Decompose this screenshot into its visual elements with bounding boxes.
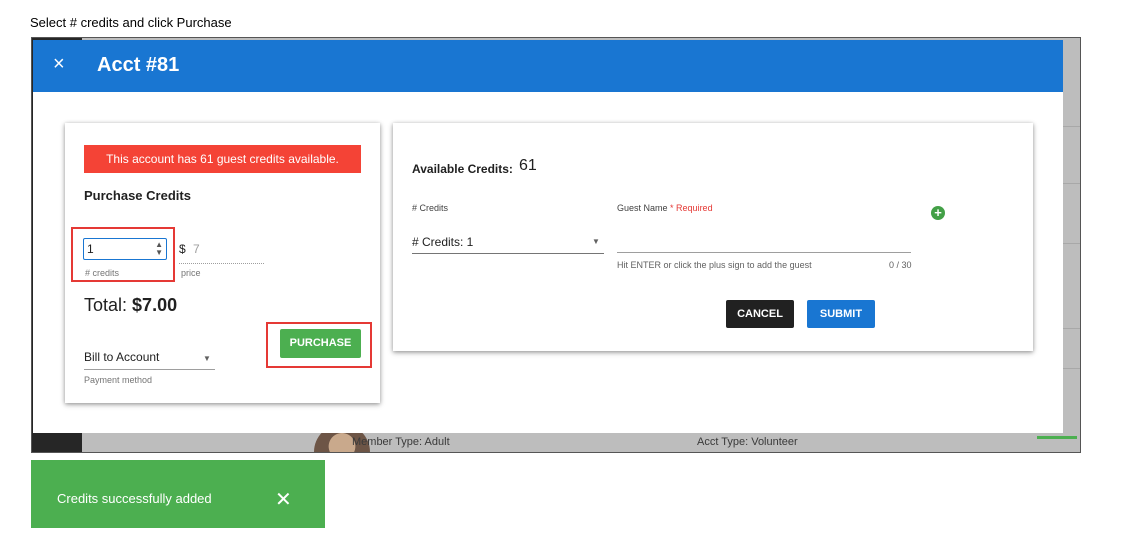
dialog-header: × Acct #81 xyxy=(33,40,1063,92)
add-guest-icon[interactable]: + xyxy=(931,206,945,220)
toast-message: Credits successfully added xyxy=(57,491,212,506)
cancel-button[interactable]: CANCEL xyxy=(726,300,794,328)
dialog-title: Acct #81 xyxy=(97,54,180,76)
instruction-text: Select # credits and click Purchase xyxy=(30,15,232,30)
credits-select-value: # Credits: 1 xyxy=(412,235,474,249)
total-label: Total: xyxy=(84,295,128,315)
price-underline xyxy=(179,263,264,264)
success-toast: Credits successfully added ✕ xyxy=(31,460,325,528)
credits-value: 1 xyxy=(87,242,94,256)
credits-field-label: # Credits xyxy=(412,203,449,213)
available-credits-label: Available Credits: xyxy=(412,162,513,176)
price-value: 7 xyxy=(193,242,200,256)
guest-credits-card: Available Credits: 61 # Credits # Credit… xyxy=(393,123,1033,351)
submit-button[interactable]: SUBMIT xyxy=(807,300,875,328)
background-strip xyxy=(82,433,1080,452)
guest-name-label: Guest Name * Required xyxy=(617,203,713,213)
purchase-button[interactable]: PURCHASE xyxy=(280,329,361,358)
close-icon[interactable]: ✕ xyxy=(275,487,292,512)
chevron-down-icon: ▼ xyxy=(592,237,600,246)
member-type-text: Member Type: Adult xyxy=(352,436,450,448)
chevron-down-icon: ▼ xyxy=(203,354,211,363)
purchase-credits-title: Purchase Credits xyxy=(84,188,191,203)
acct-type-text: Acct Type: Volunteer xyxy=(697,436,798,448)
currency-symbol: $ xyxy=(179,242,186,256)
available-credits-value: 61 xyxy=(519,157,537,174)
required-indicator: * Required xyxy=(670,203,713,213)
credits-alert: This account has 61 guest credits availa… xyxy=(84,145,361,173)
credits-select[interactable]: # Credits: 1 ▼ xyxy=(412,232,604,254)
payment-method-value: Bill to Account xyxy=(84,350,160,364)
guest-hint: Hit ENTER or click the plus sign to add … xyxy=(617,260,812,270)
total-amount: Total: $7.00 xyxy=(84,295,177,316)
total-value: $7.00 xyxy=(132,295,178,315)
app-frame: Member Type: Adult Acct Type: Volunteer … xyxy=(31,37,1081,453)
close-icon[interactable]: × xyxy=(53,53,65,76)
spinner-icon[interactable]: ▲ ▼ xyxy=(155,241,163,257)
status-bar xyxy=(1037,436,1077,439)
guest-name-input[interactable] xyxy=(617,252,911,253)
price-hint: price xyxy=(181,268,201,278)
purchase-credits-card: This account has 61 guest credits availa… xyxy=(65,123,380,403)
payment-method-select[interactable]: Bill to Account ▼ xyxy=(84,347,215,370)
payment-method-hint: Payment method xyxy=(84,375,153,385)
char-counter: 0 / 30 xyxy=(889,260,912,270)
credits-stepper[interactable]: 1 ▲ ▼ xyxy=(83,238,167,260)
guest-name-text: Guest Name xyxy=(617,203,668,213)
account-dialog: × Acct #81 This account has 61 guest cre… xyxy=(33,40,1063,433)
credits-hint: # credits xyxy=(85,268,120,278)
